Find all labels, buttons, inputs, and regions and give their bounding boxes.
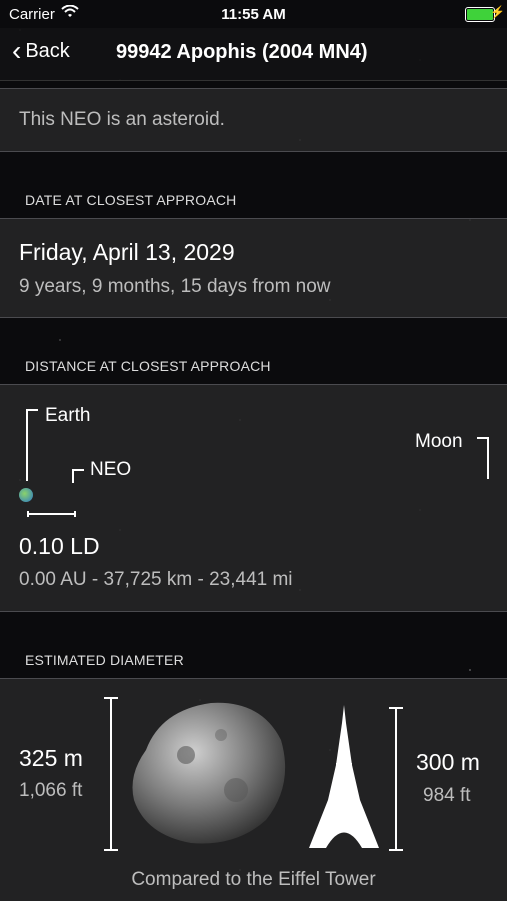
status-bar: Carrier 11:55 AM ⚡ (0, 0, 507, 28)
asteroid-diameter-ft: 1,066 ft (19, 780, 83, 801)
moon-marker (477, 437, 489, 479)
navigation-bar: ‹ Back 99942 Apophis (2004 MN4) (0, 28, 507, 81)
approach-date: Friday, April 13, 2029 (19, 239, 235, 265)
charging-icon: ⚡ (490, 5, 505, 19)
tower-height-m: 300 m (416, 749, 480, 775)
approach-relative-time: 9 years, 9 months, 15 days from now (19, 276, 331, 297)
asteroid-size-bar (104, 697, 118, 851)
neo-marker (72, 469, 84, 483)
chevron-left-icon: ‹ (12, 34, 22, 66)
intro-text: This NEO is an asteroid. (19, 109, 225, 130)
page-title: 99942 Apophis (2004 MN4) (116, 41, 368, 63)
asteroid-image (132, 702, 286, 844)
diameter-section-header: ESTIMATED DIAMETER (25, 652, 184, 668)
tower-size-bar (389, 707, 403, 851)
distance-card: Earth NEO Moon 0.10 LD 0.00 AU - 37,725 … (0, 384, 507, 612)
date-section-header: DATE AT CLOSEST APPROACH (25, 192, 237, 208)
distance-details: 0.00 AU - 37,725 km - 23,441 mi (19, 569, 293, 590)
back-button[interactable]: ‹ Back (12, 34, 70, 66)
neo-label: NEO (90, 459, 132, 480)
earth-marker (26, 409, 38, 481)
diameter-card: 325 m 1,066 ft 300 m 984 ft Compared to … (0, 678, 507, 901)
distance-ld: 0.10 LD (19, 533, 100, 559)
intro-card: This NEO is an asteroid. (0, 88, 507, 152)
comparison-caption: Compared to the Eiffel Tower (131, 869, 376, 890)
date-card: Friday, April 13, 2029 9 years, 9 months… (0, 218, 507, 318)
back-label: Back (25, 40, 70, 62)
earth-label: Earth (45, 405, 91, 426)
status-time: 11:55 AM (221, 6, 286, 23)
eiffel-tower-icon (309, 705, 379, 848)
tower-height-ft: 984 ft (423, 785, 471, 806)
distance-section-header: DISTANCE AT CLOSEST APPROACH (25, 358, 271, 374)
asteroid-diameter-m: 325 m (19, 745, 83, 771)
distance-scale-bar (27, 511, 76, 517)
moon-label: Moon (415, 431, 463, 452)
earth-icon (19, 488, 33, 502)
